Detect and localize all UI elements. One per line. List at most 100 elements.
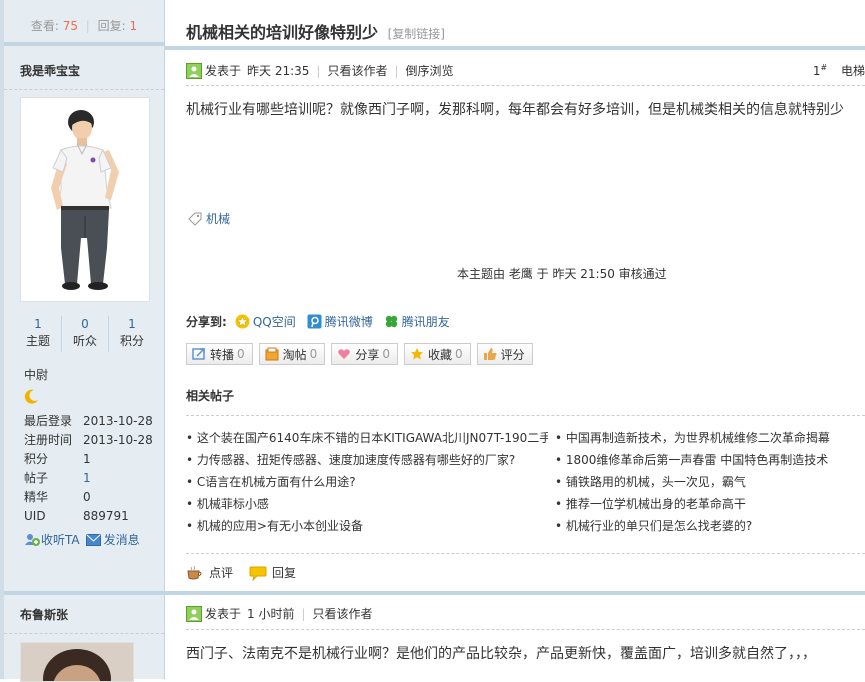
share-qzone[interactable]: QQ空间: [235, 313, 296, 330]
related-post-link[interactable]: • 这个装在国产6140车床不错的日本KITIGAWA北川JN07T-190二手: [186, 427, 548, 449]
related-post-link[interactable]: • 推荐一位学机械出身的老革命高干: [555, 493, 865, 515]
sidebar-divider: [4, 633, 164, 634]
user-topics[interactable]: 1 主题: [15, 316, 62, 352]
collection-icon: [265, 347, 279, 361]
post2-meta: 发表于 1 小时前 | 只看该作者: [186, 604, 373, 624]
info-value: 2013-10-28: [83, 414, 153, 428]
actions-divider: [186, 553, 865, 554]
reply-label: 回复: [272, 566, 297, 580]
related-post-link[interactable]: • 1800维修革命后第一声春雷 中国特色再制造技术: [555, 449, 865, 471]
audit-notice: 本主题由 老鹰 于 昨天 21:50 审核通过: [457, 267, 667, 281]
user-actions: 收听TA 发消息: [24, 531, 140, 548]
online-icon: [186, 606, 202, 622]
share-button[interactable]: 分享 0: [331, 343, 398, 365]
sidebar-divider: [4, 89, 164, 90]
elevator-button[interactable]: 电梯: [841, 64, 865, 78]
post2-author-name[interactable]: 布鲁斯张: [20, 606, 68, 623]
reply-button[interactable]: 回复: [249, 564, 296, 581]
posted-label: 发表于: [205, 64, 242, 78]
meta-separator: |: [394, 64, 399, 78]
meta-divider: [186, 85, 865, 86]
info-row-registered: 注册时间 2013-10-28: [24, 431, 153, 450]
repost-button[interactable]: 转播 0: [186, 343, 253, 365]
heart-icon: [338, 349, 351, 359]
avatar[interactable]: [20, 97, 150, 302]
related-post-link[interactable]: • 力传感器、扭矩传感器、速度加速度传感器有哪些好的厂家?: [186, 449, 548, 471]
related-post-link[interactable]: • 机械菲标小感: [186, 493, 548, 515]
button-count: 0: [309, 347, 318, 361]
related-post-link[interactable]: • 机械的应用>有无小本创业设备: [186, 515, 548, 537]
posted-time: 昨天 21:35: [247, 64, 310, 78]
header-separator: [165, 46, 865, 50]
tag-icon: [188, 212, 202, 226]
share-label: 分享到:: [186, 315, 227, 329]
star-icon: [410, 348, 423, 360]
taotie-button[interactable]: 淘帖 0: [258, 343, 326, 365]
info-key: 帖子: [24, 471, 49, 485]
comment-button[interactable]: 点评: [186, 564, 233, 581]
info-row-points: 积分 1: [24, 450, 153, 469]
button-label: 分享: [355, 347, 380, 362]
moon-icon: [24, 389, 38, 404]
points-count: 1: [128, 317, 136, 331]
coffee-cup-icon: [187, 565, 202, 579]
repost-icon: [192, 348, 205, 360]
info-row-uid: UID 889791: [24, 507, 153, 526]
replies-count: 1: [129, 19, 138, 33]
info-posts-link[interactable]: 1: [83, 469, 91, 488]
related-divider: [186, 415, 865, 416]
button-label: 淘帖: [282, 347, 307, 362]
post1-footer-actions: 点评 回复: [186, 564, 312, 581]
posted-label: 发表于: [205, 607, 242, 621]
follow-icon: [25, 533, 40, 546]
stats-separator: |: [85, 19, 90, 33]
meta-separator: |: [301, 607, 306, 621]
avatar-figure-icon: [51, 110, 119, 290]
rate-button[interactable]: 评分: [476, 343, 533, 365]
only-author-link[interactable]: 只看该作者: [313, 604, 373, 624]
points-label: 积分: [119, 334, 144, 348]
message-link[interactable]: 发消息: [85, 531, 140, 548]
post1-content: 机械行业有哪些培训呢？就像西门子啊，发那科啊，每年都会有好多培训，但是机械类相关…: [186, 102, 844, 118]
thumbs-up-icon: [483, 348, 497, 360]
reverse-order-link[interactable]: 倒序浏览: [406, 61, 454, 81]
related-post-link[interactable]: • C语言在机械方面有什么用途?: [186, 471, 548, 493]
button-label: 评分: [500, 347, 525, 362]
user-rank: 中尉: [24, 368, 49, 382]
only-author-link[interactable]: 只看该作者: [327, 61, 387, 81]
thread-title: 机械相关的培训好像特别少 [复制链接]: [186, 19, 445, 43]
follow-label: 收听TA: [41, 533, 80, 547]
topics-label: 主题: [25, 334, 50, 348]
user-stats: 1 主题 0 听众 1 积分: [15, 316, 155, 352]
thread-stats: 查看: 75 | 回复: 1: [4, 0, 164, 46]
weibo-icon: [307, 314, 322, 329]
user-info: 最后登录 2013-10-28 注册时间 2013-10-28 积分 1 帖子 …: [24, 412, 153, 526]
related-post-link[interactable]: • 机械行业的单只们是怎么找老婆的?: [555, 515, 865, 537]
views-label: 查看:: [30, 19, 59, 33]
user-points[interactable]: 1 积分: [109, 316, 155, 352]
post-action-buttons: 转播 0 淘帖 0 分享 0 收藏 0 评分: [186, 343, 539, 365]
button-count: 0: [454, 347, 463, 361]
user-fans[interactable]: 0 听众: [62, 316, 109, 352]
posted-time: 1 小时前: [247, 607, 295, 621]
related-post-link[interactable]: • 铺铁路用的机械，头一次见，霸气: [555, 471, 865, 493]
share-tencent-weibo[interactable]: 腾讯微博: [307, 313, 373, 330]
envelope-icon: [85, 533, 101, 546]
info-row-last-login: 最后登录 2013-10-28: [24, 412, 153, 431]
button-count: 0: [237, 347, 245, 361]
meta-separator: |: [316, 64, 321, 78]
related-posts-title: 相关帖子: [186, 389, 235, 403]
thread-tag[interactable]: 机械: [188, 210, 230, 227]
post2-avatar[interactable]: [20, 642, 134, 682]
related-post-link[interactable]: • 中国再制造新技术，为世界机械维修二次革命揭幕: [555, 427, 865, 449]
copy-link-button[interactable]: [复制链接]: [388, 27, 445, 41]
favorite-button[interactable]: 收藏 0: [403, 343, 471, 365]
speech-bubble-icon: [249, 566, 267, 581]
info-row-digest: 精华 0: [24, 488, 153, 507]
clover-icon: [385, 315, 397, 328]
post1-author-name[interactable]: 我是乖宝宝: [20, 62, 80, 79]
fans-count: 0: [81, 317, 89, 331]
share-tencent-friends[interactable]: 腾讯朋友: [384, 313, 450, 330]
online-icon: [186, 63, 202, 79]
follow-link[interactable]: 收听TA: [24, 531, 80, 548]
